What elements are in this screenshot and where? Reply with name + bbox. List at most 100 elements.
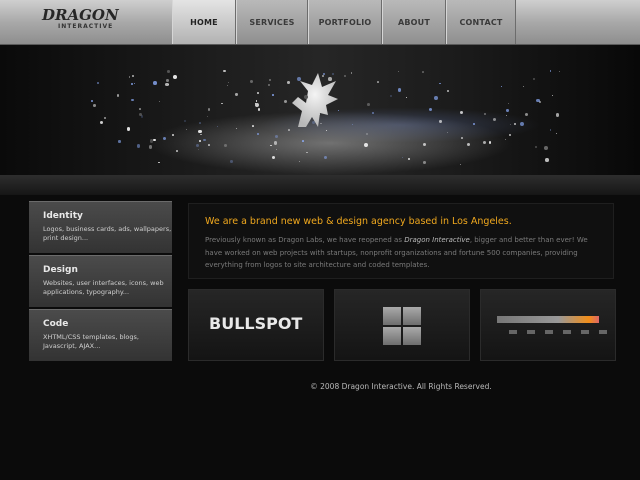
sparkle bbox=[152, 138, 156, 142]
sparkle bbox=[223, 70, 226, 73]
sidebar-item-identity[interactable]: Identity Logos, business cards, ads, wal… bbox=[29, 201, 172, 253]
sparkle bbox=[251, 125, 254, 127]
sparkle bbox=[422, 71, 424, 73]
sparkle bbox=[223, 144, 227, 148]
sparkle bbox=[350, 72, 353, 75]
sparkle bbox=[198, 129, 202, 134]
sparkle bbox=[459, 110, 463, 114]
intro-body-before: Previously known as Dragon Labs, we have… bbox=[205, 236, 405, 244]
sidebar-item-title: Identity bbox=[43, 211, 83, 221]
griffin-icon bbox=[292, 73, 338, 127]
hero-floor bbox=[0, 175, 640, 195]
intro-body-company: Dragon Interactive bbox=[404, 236, 470, 244]
sparkle bbox=[423, 143, 427, 147]
sparkle bbox=[302, 140, 305, 143]
sparkle bbox=[202, 138, 206, 142]
sparkle bbox=[235, 93, 238, 96]
nav-about[interactable]: ABOUT bbox=[382, 0, 446, 44]
sparkle bbox=[533, 78, 536, 81]
sparkle bbox=[257, 108, 261, 112]
nav-portfolio[interactable]: PORTFOLIO bbox=[308, 0, 382, 44]
sparkle bbox=[402, 157, 404, 159]
sparkle bbox=[500, 85, 502, 87]
interface-buttons-preview bbox=[509, 330, 607, 334]
intro-panel: We are a brand new web & design agency b… bbox=[188, 203, 614, 279]
sparkle bbox=[90, 99, 93, 102]
sparkle bbox=[128, 76, 131, 78]
sparkle bbox=[141, 115, 144, 118]
sparkle bbox=[507, 102, 510, 105]
sparkle bbox=[185, 128, 187, 131]
sparkle bbox=[136, 144, 141, 148]
sparkle bbox=[270, 145, 272, 147]
sidebar-item-design[interactable]: Design Websites, user interfaces, icons,… bbox=[29, 255, 172, 307]
nav-home[interactable]: HOME bbox=[172, 0, 236, 44]
sparkle bbox=[165, 79, 169, 82]
sidebar-item-code[interactable]: Code XHTML/CSS templates, blogs, Javascr… bbox=[29, 309, 172, 361]
sparkle bbox=[96, 82, 99, 85]
sparkle bbox=[460, 164, 462, 166]
sparkle bbox=[268, 78, 272, 82]
main-nav: HOME SERVICES PORTFOLIO ABOUT CONTACT bbox=[172, 0, 516, 44]
sparkle bbox=[488, 141, 492, 144]
sparkle bbox=[365, 132, 368, 136]
sparkle bbox=[555, 132, 557, 134]
portfolio-thumb-interface[interactable] bbox=[480, 289, 616, 361]
sidebar-item-desc: XHTML/CSS templates, blogs, Javascript, … bbox=[43, 333, 139, 350]
interface-toolbar-preview bbox=[497, 316, 599, 323]
portfolio-thumb-bullspot[interactable]: BULLSPOT bbox=[188, 289, 324, 361]
sparkle bbox=[508, 133, 511, 136]
bullspot-logo: BULLSPOT bbox=[209, 314, 303, 333]
sparkle bbox=[207, 108, 211, 111]
sparkle bbox=[272, 93, 275, 96]
sparkle bbox=[93, 104, 96, 107]
sparkle bbox=[461, 137, 464, 139]
sparkle bbox=[555, 113, 560, 117]
grid-icon bbox=[383, 307, 421, 345]
sparkle bbox=[256, 132, 260, 136]
sparkle bbox=[439, 82, 441, 85]
sparkle bbox=[165, 82, 169, 87]
sparkle bbox=[273, 141, 278, 145]
sparkle bbox=[298, 160, 301, 163]
sparkle bbox=[159, 101, 161, 103]
sparkle bbox=[428, 107, 433, 112]
sparkle bbox=[139, 108, 141, 110]
sparkle bbox=[131, 98, 134, 102]
sparkle bbox=[306, 152, 308, 154]
sparkle bbox=[504, 138, 506, 140]
sparkle bbox=[116, 94, 120, 97]
sparkle bbox=[405, 96, 408, 99]
sparkle bbox=[506, 109, 509, 112]
nav-services[interactable]: SERVICES bbox=[236, 0, 308, 44]
sparkle bbox=[408, 158, 410, 160]
sparkle bbox=[473, 123, 475, 126]
logo-title: DRAGON bbox=[42, 6, 119, 24]
sparkle bbox=[184, 120, 186, 122]
sparkle bbox=[255, 102, 260, 107]
sparkle bbox=[484, 112, 487, 116]
sparkle bbox=[271, 156, 275, 160]
site-logo[interactable]: DRAGON INTERACTIVE bbox=[42, 6, 119, 34]
sparkle bbox=[200, 133, 202, 136]
sparkle bbox=[172, 134, 175, 136]
sparkle bbox=[230, 160, 234, 163]
sparkle bbox=[217, 126, 219, 127]
sparkle bbox=[513, 122, 517, 126]
portfolio-thumb-grid[interactable] bbox=[334, 289, 470, 361]
nav-contact[interactable]: CONTACT bbox=[446, 0, 516, 44]
sparkle bbox=[172, 74, 177, 79]
sparkle bbox=[423, 161, 426, 165]
sparkle bbox=[227, 84, 229, 87]
sparkle bbox=[153, 81, 157, 85]
sparkle bbox=[510, 123, 512, 126]
sparkle bbox=[275, 148, 278, 151]
sparkle bbox=[534, 146, 537, 149]
sparkle bbox=[126, 127, 131, 131]
sparkle bbox=[377, 81, 379, 83]
sparkle bbox=[522, 85, 525, 88]
sparkle bbox=[235, 128, 237, 130]
sparkle bbox=[492, 117, 496, 122]
sidebar-item-title: Code bbox=[43, 319, 69, 329]
sparkle bbox=[367, 102, 371, 106]
